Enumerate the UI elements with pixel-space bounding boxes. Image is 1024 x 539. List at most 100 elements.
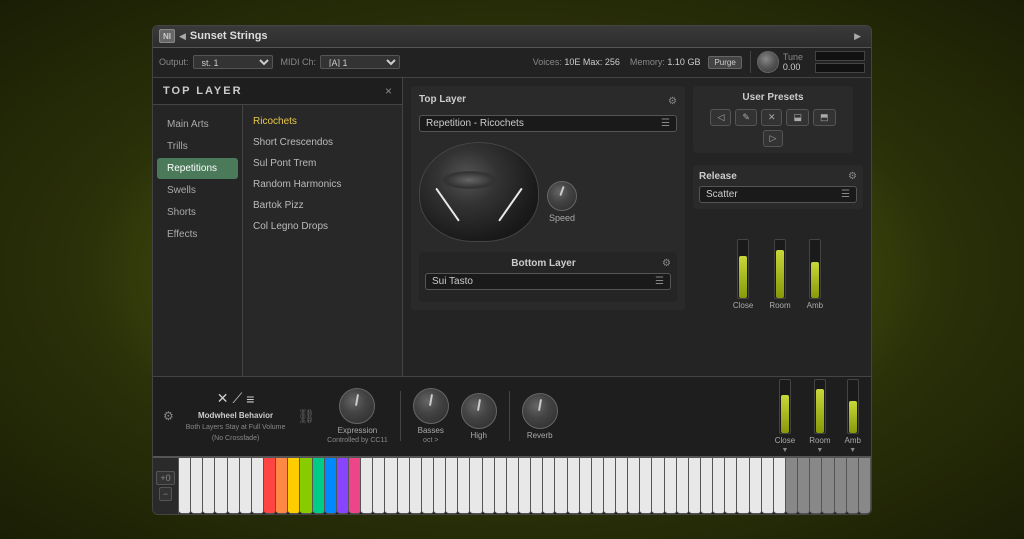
key-12[interactable] bbox=[313, 458, 325, 514]
sub-item-short-crescendos[interactable]: Short Crescendos bbox=[243, 132, 402, 153]
panel-close-button[interactable]: × bbox=[385, 84, 392, 98]
key-53[interactable] bbox=[810, 458, 822, 514]
key-38[interactable] bbox=[628, 458, 640, 514]
key-15[interactable] bbox=[349, 458, 361, 514]
sidebar-item-swells[interactable]: Swells bbox=[157, 180, 238, 201]
key-33[interactable] bbox=[568, 458, 580, 514]
key-32[interactable] bbox=[555, 458, 567, 514]
midi-dropdown[interactable]: [A] 1 bbox=[320, 55, 400, 69]
key-18[interactable] bbox=[385, 458, 397, 514]
sidebar-item-main-arts[interactable]: Main Arts bbox=[157, 114, 238, 135]
key-7[interactable] bbox=[252, 458, 264, 514]
key-49[interactable] bbox=[762, 458, 774, 514]
key-30[interactable] bbox=[531, 458, 543, 514]
key-9[interactable] bbox=[276, 458, 288, 514]
key-5[interactable] bbox=[228, 458, 240, 514]
key-20[interactable] bbox=[410, 458, 422, 514]
key-50[interactable] bbox=[774, 458, 786, 514]
sub-item-bartok-pizz[interactable]: Bartok Pizz bbox=[243, 195, 402, 216]
sidebar-item-repetitions[interactable]: Repetitions bbox=[157, 158, 238, 179]
sidebar-item-shorts[interactable]: Shorts bbox=[157, 202, 238, 223]
fader-amb-track[interactable] bbox=[809, 239, 821, 299]
speed-knob[interactable] bbox=[547, 181, 577, 211]
key-36[interactable] bbox=[604, 458, 616, 514]
key-56[interactable] bbox=[847, 458, 859, 514]
key-31[interactable] bbox=[543, 458, 555, 514]
expression-knob-dial[interactable] bbox=[339, 388, 375, 424]
key-40[interactable] bbox=[652, 458, 664, 514]
key-19[interactable] bbox=[398, 458, 410, 514]
bottom-layer-gear-icon[interactable]: ⚙ bbox=[662, 258, 671, 269]
fader-room-track[interactable] bbox=[774, 239, 786, 299]
sidebar-item-trills[interactable]: Trills bbox=[157, 136, 238, 157]
purge-button[interactable]: Purge bbox=[708, 56, 741, 69]
mod-icon-eq[interactable]: ≡ bbox=[246, 391, 254, 407]
key-46[interactable] bbox=[725, 458, 737, 514]
key-43[interactable] bbox=[689, 458, 701, 514]
sub-item-random-harmonics[interactable]: Random Harmonics bbox=[243, 174, 402, 195]
key-45[interactable] bbox=[713, 458, 725, 514]
key-26[interactable] bbox=[483, 458, 495, 514]
key-41[interactable] bbox=[665, 458, 677, 514]
key-2[interactable] bbox=[191, 458, 203, 514]
nav-arrow-left[interactable]: ◀ bbox=[179, 31, 186, 42]
key-3[interactable] bbox=[203, 458, 215, 514]
preset-save-button[interactable]: ✎ bbox=[735, 109, 757, 126]
settings-gear-icon[interactable]: ⚙ bbox=[163, 409, 174, 423]
key-plus-button[interactable]: +0 bbox=[156, 471, 174, 485]
preset-paste-button[interactable]: ⬒ bbox=[813, 109, 836, 126]
top-layer-select[interactable]: Repetition - Ricochets ☰ bbox=[419, 115, 677, 132]
key-54[interactable] bbox=[822, 458, 834, 514]
sub-item-col-legno-drops[interactable]: Col Legno Drops bbox=[243, 216, 402, 237]
sub-item-ricochets[interactable]: Ricochets bbox=[243, 111, 402, 132]
key-34[interactable] bbox=[580, 458, 592, 514]
key-48[interactable] bbox=[750, 458, 762, 514]
key-21[interactable] bbox=[422, 458, 434, 514]
key-28[interactable] bbox=[507, 458, 519, 514]
key-16[interactable] bbox=[361, 458, 373, 514]
high-knob-dial[interactable] bbox=[461, 393, 497, 429]
key-35[interactable] bbox=[592, 458, 604, 514]
key-13[interactable] bbox=[325, 458, 337, 514]
key-37[interactable] bbox=[616, 458, 628, 514]
key-23[interactable] bbox=[446, 458, 458, 514]
key-44[interactable] bbox=[701, 458, 713, 514]
key-51[interactable] bbox=[786, 458, 798, 514]
bottom-layer-select[interactable]: Sui Tasto ☰ bbox=[425, 273, 671, 290]
key-42[interactable] bbox=[677, 458, 689, 514]
key-1[interactable] bbox=[179, 458, 191, 514]
mod-icon-slash[interactable]: ⟋ bbox=[232, 390, 242, 407]
key-8[interactable] bbox=[264, 458, 276, 514]
reverb-knob-dial[interactable] bbox=[522, 393, 558, 429]
key-24[interactable] bbox=[458, 458, 470, 514]
key-27[interactable] bbox=[495, 458, 507, 514]
right-fader-room-track[interactable] bbox=[814, 379, 826, 434]
sidebar-item-effects[interactable]: Effects bbox=[157, 224, 238, 245]
key-17[interactable] bbox=[373, 458, 385, 514]
preset-delete-button[interactable]: ✕ bbox=[761, 109, 783, 126]
key-55[interactable] bbox=[835, 458, 847, 514]
output-dropdown[interactable]: st. 1 bbox=[193, 55, 273, 69]
right-fader-amb-track[interactable] bbox=[847, 379, 859, 434]
top-layer-gear-icon[interactable]: ⚙ bbox=[668, 96, 677, 107]
key-14[interactable] bbox=[337, 458, 349, 514]
key-25[interactable] bbox=[470, 458, 482, 514]
key-minus-button[interactable]: − bbox=[159, 487, 172, 501]
basses-knob-dial[interactable] bbox=[413, 388, 449, 424]
mod-icon-x[interactable]: ✕ bbox=[217, 390, 229, 407]
release-gear-icon[interactable]: ⚙ bbox=[848, 171, 857, 182]
right-fader-close-track[interactable] bbox=[779, 379, 791, 434]
key-57[interactable] bbox=[859, 458, 871, 514]
key-10[interactable] bbox=[288, 458, 300, 514]
key-22[interactable] bbox=[434, 458, 446, 514]
sub-item-sul-pont-trem[interactable]: Sul Pont Trem bbox=[243, 153, 402, 174]
key-29[interactable] bbox=[519, 458, 531, 514]
key-52[interactable] bbox=[798, 458, 810, 514]
release-select[interactable]: Scatter ☰ bbox=[699, 186, 857, 203]
preset-copy-button[interactable]: ⬓ bbox=[786, 109, 809, 126]
preset-prev-button[interactable]: ◁ bbox=[710, 109, 731, 126]
key-11[interactable] bbox=[300, 458, 312, 514]
nav-arrow-right[interactable]: ▶ bbox=[854, 31, 861, 42]
preset-next-button[interactable]: ▷ bbox=[763, 130, 784, 147]
key-4[interactable] bbox=[215, 458, 227, 514]
